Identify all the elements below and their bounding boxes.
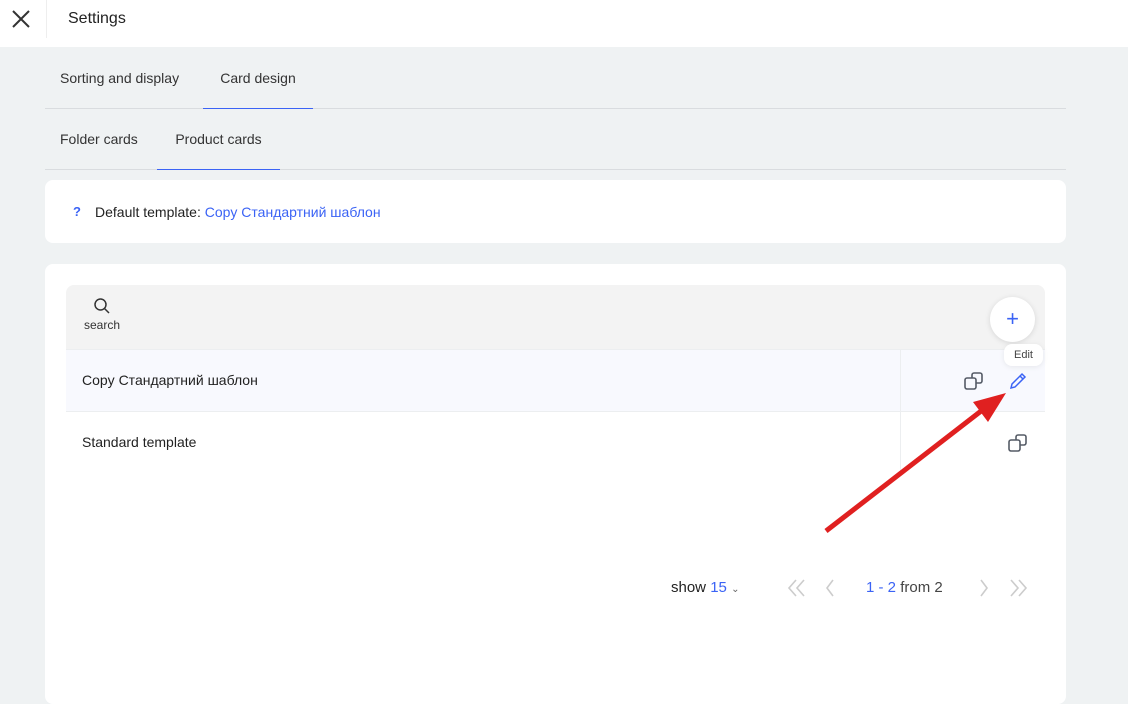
- next-page-icon[interactable]: [978, 578, 990, 598]
- search-icon: [94, 298, 110, 314]
- default-template-label: Default template:: [95, 204, 201, 220]
- tab-folder-cards[interactable]: Folder cards: [60, 108, 160, 170]
- page-total: from 2: [900, 579, 943, 596]
- search-bar: search +: [66, 285, 1045, 349]
- sub-tabs: Folder cards Product cards: [45, 108, 1066, 170]
- copy-icon[interactable]: [1007, 432, 1029, 454]
- chevron-down-icon: ⌄: [731, 584, 740, 595]
- templates-card: search + Edit Copy Стандартний шаблон St…: [45, 264, 1066, 704]
- first-page-icon[interactable]: [786, 578, 808, 598]
- table-row[interactable]: Copy Стандартний шаблон: [66, 349, 1045, 412]
- template-name[interactable]: Copy Стандартний шаблон: [82, 372, 258, 388]
- prev-page-icon[interactable]: [824, 578, 836, 598]
- table-row[interactable]: Standard template: [66, 411, 1045, 474]
- help-icon[interactable]: ?: [73, 204, 81, 219]
- search-button[interactable]: search: [84, 297, 120, 332]
- add-template-button[interactable]: +: [990, 297, 1035, 342]
- divider: [46, 0, 47, 38]
- top-bar: Settings: [0, 0, 1128, 47]
- default-template-link[interactable]: Copy Стандартний шаблон: [205, 204, 381, 220]
- template-name[interactable]: Standard template: [82, 434, 196, 450]
- edit-tooltip: Edit: [1004, 344, 1043, 366]
- search-label: search: [84, 318, 121, 332]
- page-range: 1 - 2: [866, 579, 897, 596]
- tab-card-design[interactable]: Card design: [203, 47, 313, 109]
- main-tabs: Sorting and display Card design: [45, 47, 1066, 109]
- default-template-card: ? Default template: Copy Стандартний шаб…: [45, 180, 1066, 243]
- tab-sorting-and-display[interactable]: Sorting and display: [60, 47, 205, 109]
- tab-product-cards[interactable]: Product cards: [157, 108, 280, 170]
- page-size-select[interactable]: show 15 ⌄: [671, 579, 739, 596]
- page-size-value: 15: [710, 579, 727, 596]
- edit-pencil-icon[interactable]: [1007, 370, 1029, 392]
- show-label: show: [671, 579, 707, 596]
- copy-icon[interactable]: [963, 370, 985, 392]
- last-page-icon[interactable]: [1007, 578, 1029, 598]
- page-title: Settings: [68, 10, 126, 27]
- close-icon[interactable]: [10, 8, 32, 30]
